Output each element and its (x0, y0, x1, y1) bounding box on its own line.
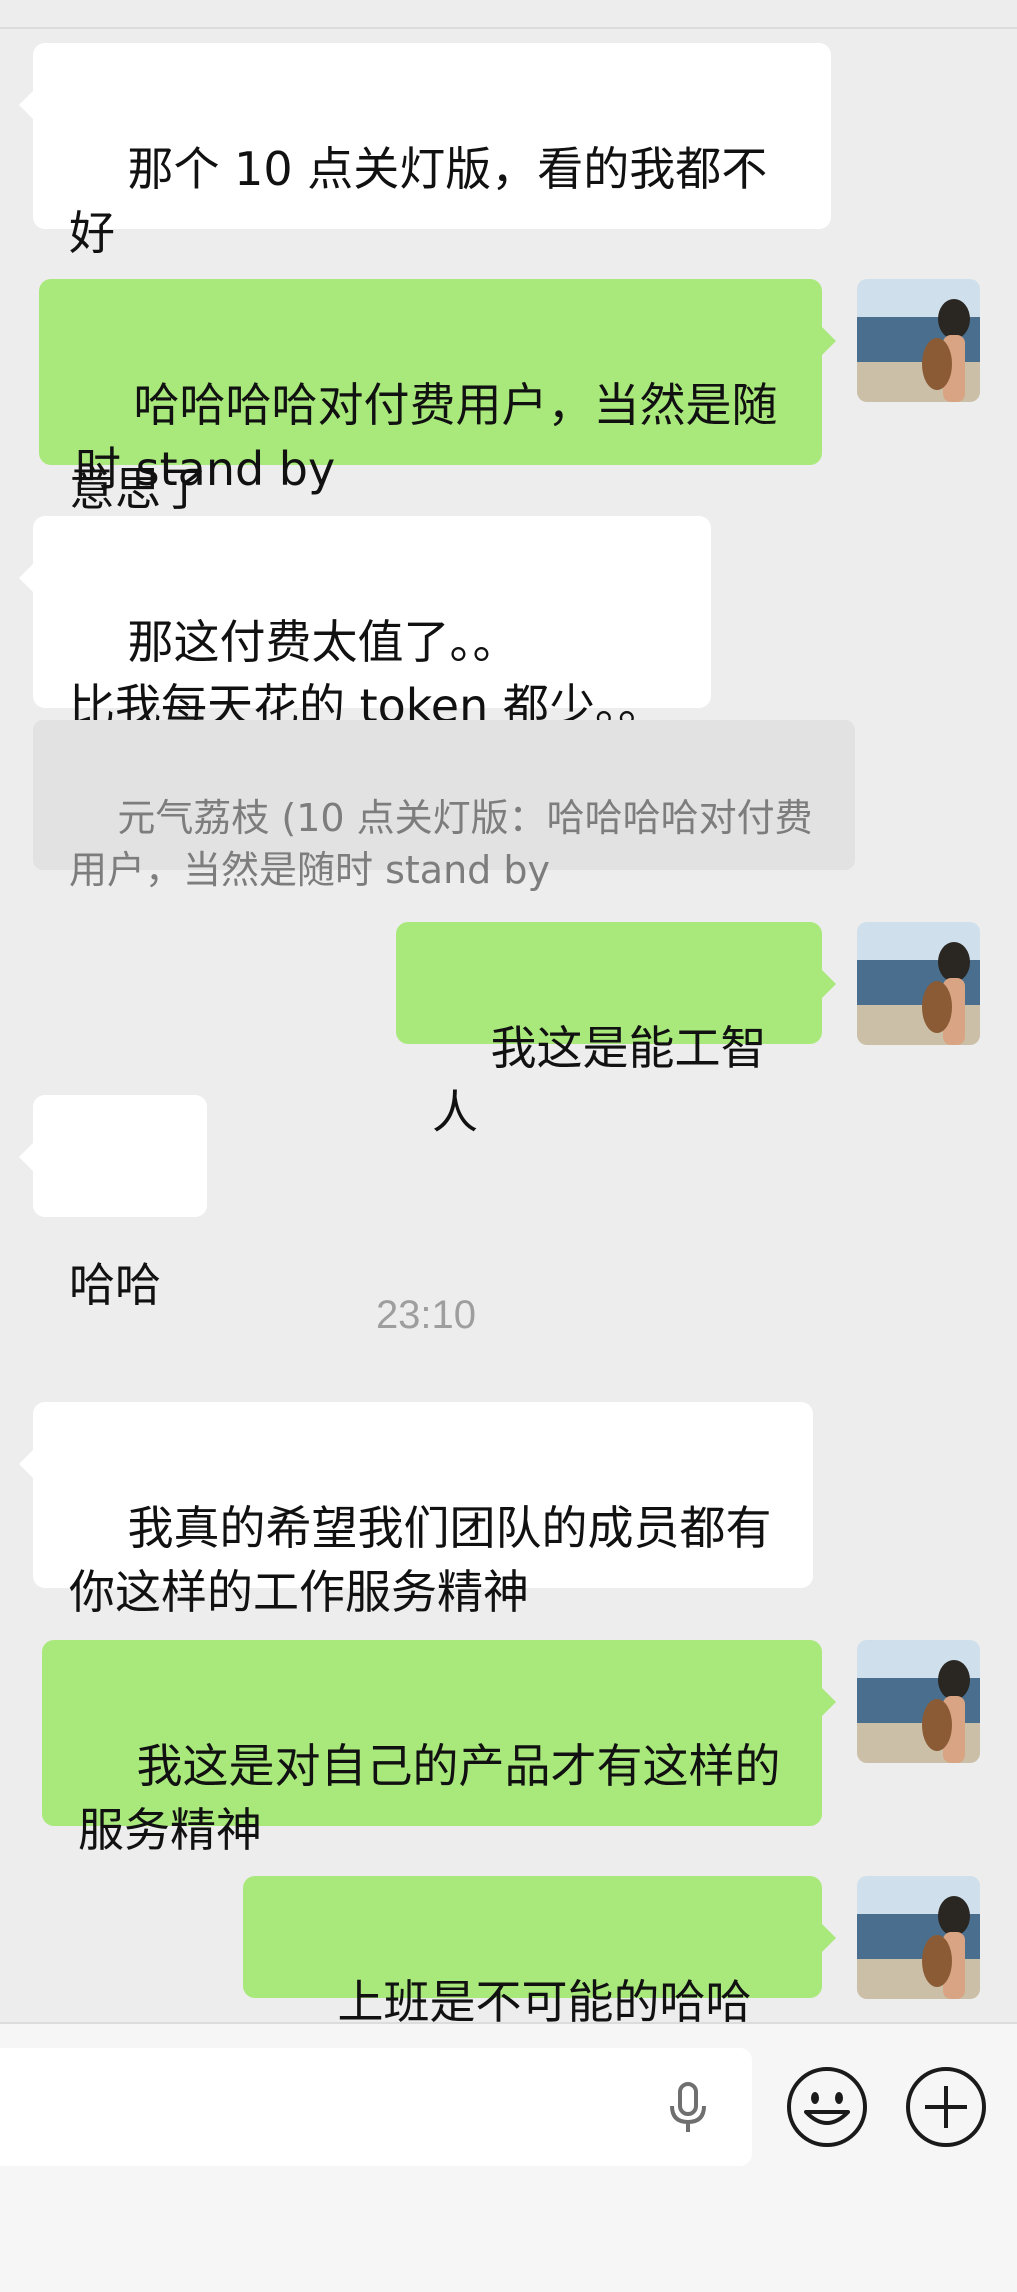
message-bubble-incoming[interactable]: 那这付费太值了。。 比我每天花的 token 都少。。 (19, 516, 711, 733)
top-divider (0, 27, 1017, 29)
timestamp: 23:10 (375, 1293, 477, 1337)
message-bubble-outgoing[interactable]: 我这是能工智人 (396, 922, 836, 1139)
quoted-reply[interactable]: 元气荔枝 (10 点关灯版：哈哈哈哈对付费 用户，当然是随时 stand by (33, 720, 855, 892)
message-text: 那这付费太值了。。 比我每天花的 token 都少。。 (69, 615, 664, 733)
message-bubble-incoming[interactable]: 我真的希望我们团队的成员都有 你这样的工作服务精神 (19, 1402, 813, 1619)
message-bubble-outgoing[interactable]: 上班是不可能的哈哈哈 (243, 1876, 836, 2093)
message-bubble-incoming[interactable]: 哈哈 (19, 1095, 207, 1312)
message-bubble-incoming[interactable]: 那个 10 点关灯版，看的我都不好 意思了 (19, 43, 831, 516)
smiley-icon[interactable] (784, 2064, 870, 2150)
message-input[interactable] (0, 2048, 752, 2166)
message-text: 我真的希望我们团队的成员都有 你这样的工作服务精神 (69, 1501, 772, 1619)
input-bar (0, 2022, 1017, 2292)
message-bubble-outgoing[interactable]: 哈哈哈哈对付费用户，当然是随 时 stand by (39, 279, 836, 496)
avatar[interactable] (857, 279, 980, 402)
avatar[interactable] (857, 922, 980, 1045)
quote-text: 元气荔枝 (10 点关灯版：哈哈哈哈对付费 用户，当然是随时 stand by (69, 796, 813, 892)
message-text: 我这是对自己的产品才有这样的 服务精神 (78, 1739, 781, 1857)
message-bubble-outgoing[interactable]: 我这是对自己的产品才有这样的 服务精神 (42, 1640, 836, 1857)
avatar[interactable] (857, 1876, 980, 1999)
chat-screen: 那个 10 点关灯版，看的我都不好 意思了 哈哈哈哈对付费用户，当然是随 时 s… (0, 0, 1017, 2292)
message-text: 我这是能工智人 (432, 1021, 767, 1139)
avatar[interactable] (857, 1640, 980, 1763)
plus-icon[interactable] (903, 2064, 989, 2150)
microphone-icon[interactable] (660, 2080, 716, 2136)
message-text: 哈哈哈哈对付费用户，当然是随 时 stand by (75, 378, 778, 496)
